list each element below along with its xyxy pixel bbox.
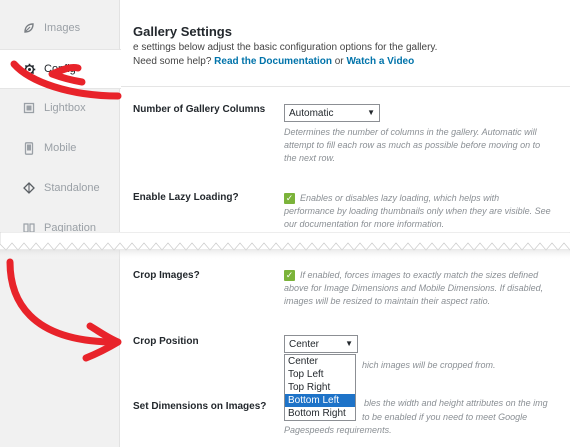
sidebar-item-standalone[interactable]: Standalone xyxy=(0,168,120,208)
columns-select-value: Automatic xyxy=(289,107,334,119)
columns-description: Determines the number of columns in the … xyxy=(284,127,541,163)
sidebar-item-config[interactable]: Config xyxy=(0,49,121,89)
video-link[interactable]: Watch a Video xyxy=(346,56,414,67)
standalone-icon xyxy=(22,181,36,195)
sidebar-item-label: Config xyxy=(44,63,76,75)
sidebar-item-label: Standalone xyxy=(44,182,100,194)
sidebar-item-label: Images xyxy=(44,22,81,34)
dropdown-option[interactable]: Center xyxy=(285,355,355,368)
columns-label: Number of Gallery Columns xyxy=(133,104,266,115)
dropdown-option-highlighted[interactable]: Bottom Left xyxy=(285,394,355,407)
gear-icon xyxy=(22,62,36,76)
chevron-down-icon: ▼ xyxy=(345,339,353,348)
crop-position-dropdown: Center Top Left Top Right Bottom Left Bo… xyxy=(284,354,356,421)
lazy-loading-description: Enables or disables lazy loading, which … xyxy=(284,193,551,229)
crop-position-description: hich images will be cropped from. xyxy=(362,360,496,370)
settings-sidebar: Images Config Lightbox Mobile Standalone… xyxy=(0,0,121,447)
crop-position-select[interactable]: Center ▼ xyxy=(284,335,358,353)
page-title: Gallery Settings xyxy=(133,24,232,39)
sidebar-item-label: Lightbox xyxy=(44,102,86,114)
torn-edge-divider xyxy=(0,232,570,260)
or-text: or xyxy=(334,56,344,67)
dropdown-option[interactable]: Top Right xyxy=(285,381,355,394)
chevron-down-icon: ▼ xyxy=(367,108,375,117)
dropdown-option[interactable]: Bottom Right xyxy=(285,407,355,420)
crop-images-description: If enabled, forces images to exactly mat… xyxy=(284,270,544,306)
sidebar-item-label: Mobile xyxy=(44,142,77,154)
lazy-loading-label: Enable Lazy Loading? xyxy=(133,192,239,203)
crop-position-label: Crop Position xyxy=(133,336,199,347)
mobile-icon xyxy=(22,141,36,155)
crop-images-label: Crop Images? xyxy=(133,270,200,281)
crop-position-value: Center xyxy=(289,338,320,350)
dimensions-desc-2: to be enabled if you need to meet Google xyxy=(362,412,528,422)
settings-panel: Gallery Settings e settings below adjust… xyxy=(121,0,570,447)
sidebar-item-lightbox[interactable]: Lightbox xyxy=(0,88,120,128)
intro-text: e settings below adjust the basic config… xyxy=(133,42,438,53)
dimensions-desc-1: bles the width and height attributes on … xyxy=(364,398,548,408)
documentation-link[interactable]: Read the Documentation xyxy=(214,56,332,67)
sidebar-item-images[interactable]: Images xyxy=(0,8,120,48)
help-line: Need some help? Read the Documentation o… xyxy=(133,56,414,67)
lightbox-icon xyxy=(22,101,36,115)
dimensions-label: Set Dimensions on Images? xyxy=(133,401,267,412)
divider xyxy=(121,86,570,87)
dropdown-option[interactable]: Top Left xyxy=(285,368,355,381)
leaf-icon xyxy=(22,21,36,35)
sidebar-item-mobile[interactable]: Mobile xyxy=(0,128,120,168)
dimensions-desc-3: Pagespeeds requirements. xyxy=(284,425,392,435)
columns-select[interactable]: Automatic ▼ xyxy=(284,104,380,122)
help-prefix: Need some help? xyxy=(133,56,212,67)
